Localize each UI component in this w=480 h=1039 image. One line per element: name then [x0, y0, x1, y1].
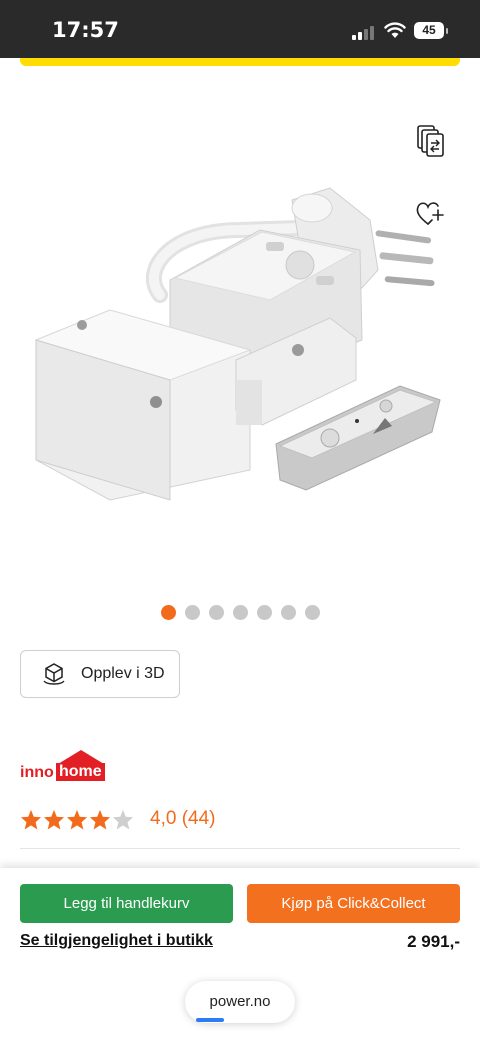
gallery-dot[interactable]: [184, 605, 200, 620]
battery-icon: 45: [414, 22, 444, 39]
cube-3d-icon: [43, 663, 65, 685]
signal-icon: [352, 24, 376, 40]
gallery-dot[interactable]: [160, 605, 176, 620]
brand-logo-inno: inno: [20, 764, 54, 781]
star-icon: [66, 809, 88, 830]
gallery-pagination: [0, 605, 480, 620]
promo-banner[interactable]: [20, 58, 460, 66]
add-to-cart-button[interactable]: Legg til handlekurv: [20, 884, 233, 923]
click-collect-button[interactable]: Kjøp på Click&Collect: [247, 884, 460, 923]
battery-cap: [446, 28, 448, 34]
rating-stars: [20, 809, 134, 830]
star-icon: [43, 809, 65, 830]
status-time: 17:57: [52, 18, 119, 42]
compare-icon[interactable]: [416, 124, 446, 158]
gallery-dot[interactable]: [280, 605, 296, 620]
star-icon: [89, 809, 111, 830]
gallery-dot[interactable]: [304, 605, 320, 620]
view-3d-label: Opplev i 3D: [81, 665, 165, 682]
wifi-icon: [384, 22, 406, 38]
status-bar: 17:57 45: [0, 0, 480, 58]
star-icon: [20, 809, 42, 830]
view-3d-button[interactable]: Opplev i 3D: [20, 650, 180, 698]
product-image[interactable]: [0, 80, 480, 600]
store-availability-link[interactable]: Se tilgjengelighet i butikk: [20, 932, 213, 950]
page-load-progress: [196, 1018, 224, 1022]
gallery-dot[interactable]: [232, 605, 248, 620]
star-empty-icon: [112, 809, 134, 830]
price: 2 991,-: [407, 932, 460, 951]
product-rating[interactable]: 4,0 (44): [20, 808, 215, 830]
divider: [20, 848, 460, 849]
rating-text[interactable]: 4,0 (44): [150, 808, 215, 830]
heart-plus-icon[interactable]: [414, 198, 446, 228]
browser-url-bar[interactable]: power.no: [185, 981, 295, 1023]
brand-logo-home: home: [56, 763, 105, 781]
brand-logo[interactable]: inno home: [20, 748, 110, 782]
gallery-dot[interactable]: [208, 605, 224, 620]
gallery-dot[interactable]: [256, 605, 272, 620]
